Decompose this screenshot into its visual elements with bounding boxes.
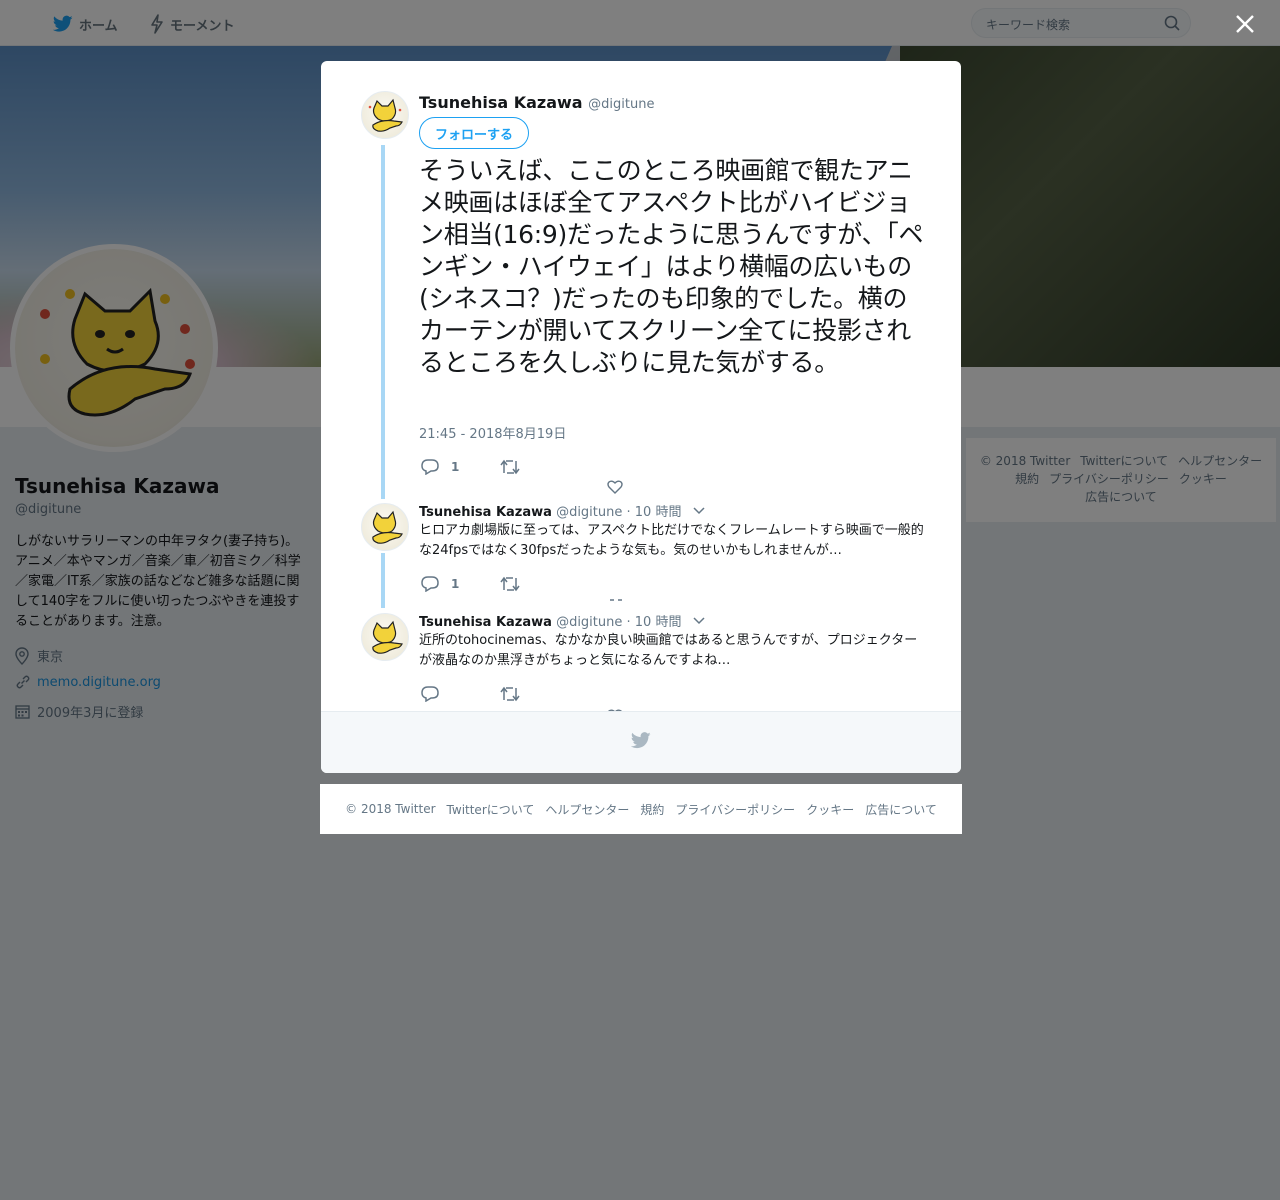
tweet-text: そういえば、ここのところ映画館で観たアニメ映画はほぼ全てアスペクト比がハイビジョ… (419, 156, 924, 377)
tweet-author-name: Tsunehisa Kazawa (419, 93, 583, 112)
tweet-timestamp[interactable]: 21:45 - 2018年8月19日 (419, 423, 566, 442)
twitter-bird-icon (631, 732, 651, 749)
reply-icon (421, 686, 439, 702)
footer-privacy-link[interactable]: プライバシーポリシー (675, 801, 795, 818)
reply-author-handle[interactable]: @digitune (556, 505, 622, 520)
reply-time[interactable]: · 10 時間 (627, 615, 682, 630)
retweet-icon (500, 576, 520, 592)
retweet-icon (500, 459, 520, 475)
retweet-button[interactable] (500, 576, 520, 592)
reply-header: Tsunehisa Kazawa @digitune · 10 時間 (419, 611, 681, 630)
reply-text[interactable]: ヒロアカ劇場版に至っては、アスペクト比だけでなくフレームレートすら映画で一般的な… (419, 521, 924, 561)
reply-button[interactable] (421, 686, 451, 702)
reply-icon (421, 459, 439, 475)
chevron-down-icon (693, 617, 705, 625)
tweet-avatar[interactable] (361, 91, 409, 139)
follow-button[interactable]: フォローする (419, 117, 529, 149)
retweet-icon (500, 686, 520, 702)
reply-button[interactable]: 1 (421, 576, 459, 592)
reply-button[interactable]: 1 (421, 459, 459, 475)
reply-text[interactable]: 近所のtohocinemas、なかなか良い映画館ではあると思うんですが、プロジェ… (419, 631, 924, 671)
footer-about-link[interactable]: Twitterについて (447, 801, 535, 818)
like-button[interactable] (607, 480, 623, 494)
like-button[interactable] (609, 598, 623, 602)
thread-line (381, 553, 385, 608)
footer-help-link[interactable]: ヘルプセンター (545, 801, 629, 818)
reply-time[interactable]: · 10 時間 (627, 505, 682, 520)
modal-footer-links: © 2018 Twitter Twitterについて ヘルプセンター 規約 プラ… (320, 784, 962, 834)
tweet-menu-button[interactable] (693, 507, 705, 515)
tweet-author[interactable]: Tsunehisa Kazawa @digitune (419, 93, 654, 112)
tweet-permalink-modal: Tsunehisa Kazawa @digitune フォローする そういえば、… (321, 61, 961, 773)
reply-icon (421, 576, 439, 592)
footer-terms-link[interactable]: 規約 (640, 801, 664, 818)
reply-author-handle[interactable]: @digitune (556, 615, 622, 630)
reply-header: Tsunehisa Kazawa @digitune · 10 時間 (419, 501, 681, 520)
heart-icon (607, 480, 623, 494)
thread-line (381, 145, 385, 499)
retweet-button[interactable] (500, 686, 520, 702)
close-modal-button[interactable] (1233, 12, 1259, 38)
reply-author-name[interactable]: Tsunehisa Kazawa (419, 615, 552, 630)
footer-copyright: © 2018 Twitter (345, 802, 436, 816)
tweet-menu-button[interactable] (693, 617, 705, 625)
close-icon (1236, 15, 1254, 33)
reply-count: 1 (451, 460, 460, 474)
modal-bottom-bar (321, 711, 961, 773)
heart-icon (610, 599, 622, 601)
retweet-button[interactable] (500, 459, 520, 475)
footer-ads-link[interactable]: 広告について (865, 801, 937, 818)
reply-avatar[interactable] (361, 613, 409, 661)
reply-avatar[interactable] (361, 503, 409, 551)
tweet-author-handle: @digitune (588, 97, 655, 112)
reply-author-name[interactable]: Tsunehisa Kazawa (419, 505, 552, 520)
reply-count: 1 (451, 577, 460, 591)
footer-cookies-link[interactable]: クッキー (806, 801, 854, 818)
chevron-down-icon (693, 507, 705, 515)
